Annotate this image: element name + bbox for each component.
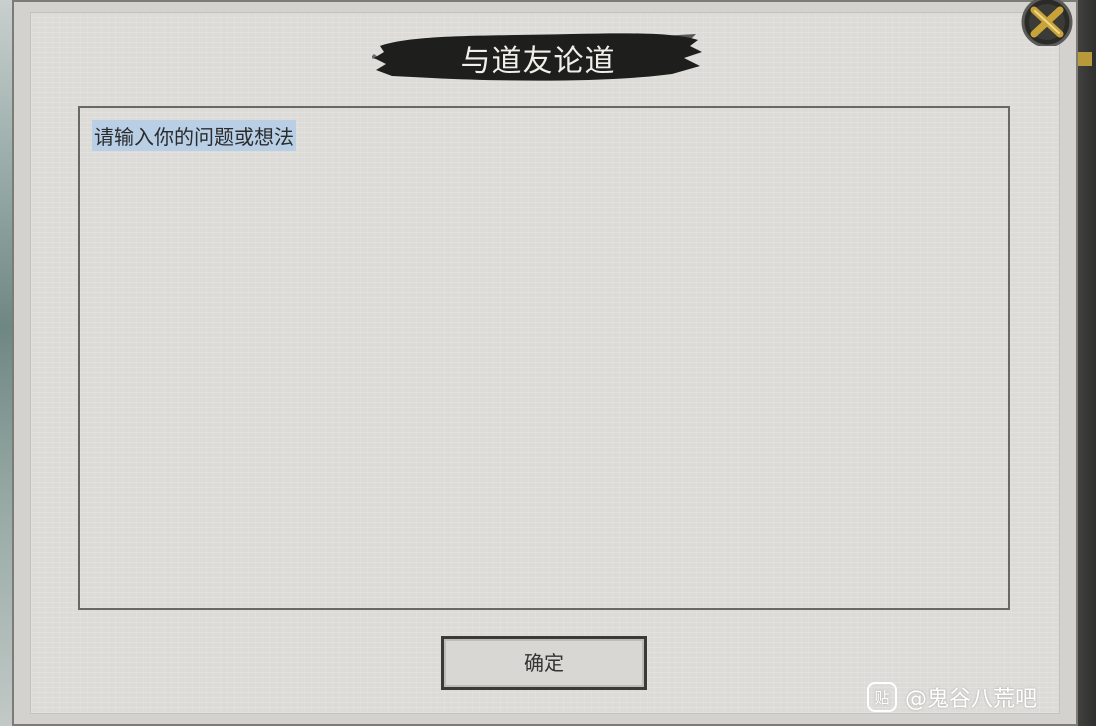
close-x-icon <box>1021 0 1073 48</box>
confirm-button-label: 确定 <box>524 651 564 675</box>
tieba-logo-icon: 贴 <box>867 682 897 712</box>
confirm-button[interactable]: 确定 <box>441 636 647 690</box>
close-button[interactable] <box>1017 0 1077 48</box>
question-input-placeholder: 请输入你的问题或想法 <box>92 120 296 151</box>
watermark-text: @鬼谷八荒吧 <box>905 687 1038 712</box>
dialog-title: 与道友论道 <box>460 44 616 79</box>
watermark: 贴 @鬼谷八荒吧 <box>867 680 1037 714</box>
title-ink-banner: 与道友论道 <box>372 24 704 86</box>
question-input[interactable] <box>78 106 1010 610</box>
